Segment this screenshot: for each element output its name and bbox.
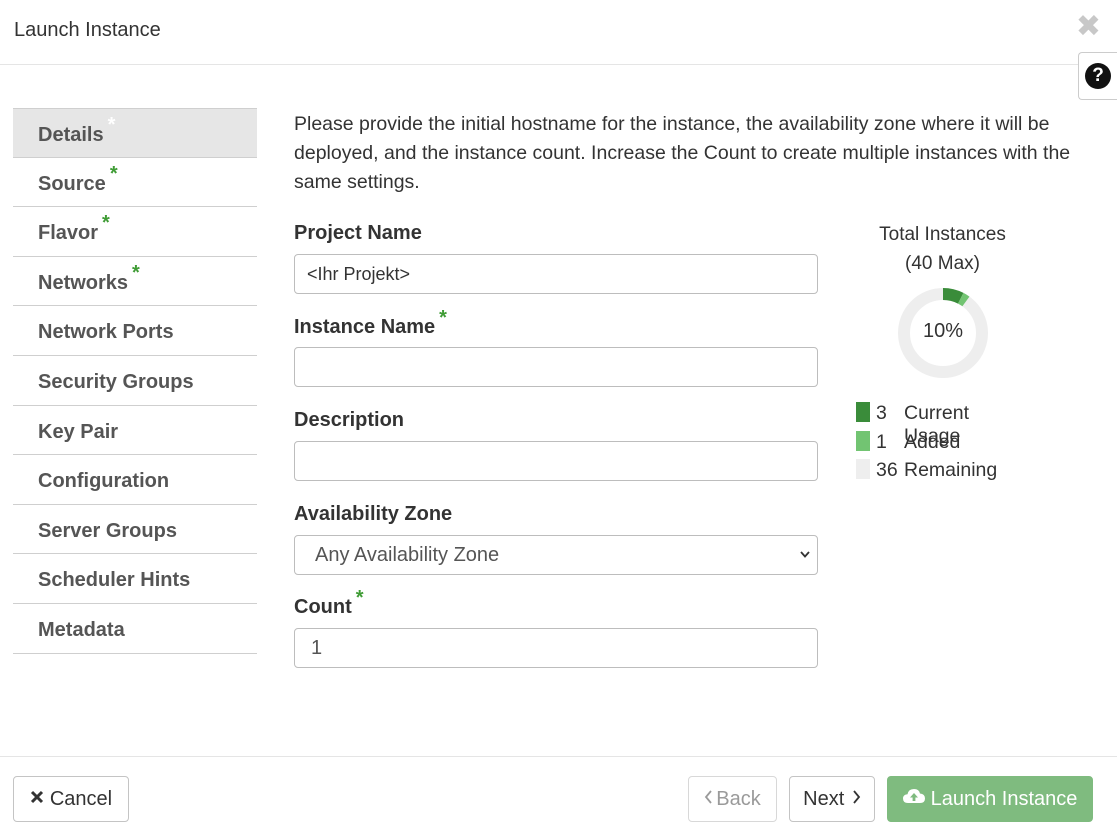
nav-item-label: Details <box>38 124 104 146</box>
cloud-upload-icon <box>902 776 925 820</box>
nav-item-configuration[interactable]: Configuration <box>13 455 257 505</box>
modal-title: Launch Instance <box>14 19 161 41</box>
modal-footer: Cancel Back Next Launch Instance <box>0 756 1117 834</box>
legend-swatch <box>856 430 870 451</box>
cancel-button[interactable]: Cancel <box>13 776 129 822</box>
legend-label: Added <box>904 430 961 453</box>
usage-max: (40 Max) <box>905 253 980 274</box>
legend-num: 3 <box>876 402 887 424</box>
nav-item-label: Metadata <box>38 618 125 641</box>
nav-item-source[interactable]: Source * <box>13 158 257 208</box>
back-label: Back <box>716 788 761 810</box>
chevron-right-icon <box>852 776 861 820</box>
back-button[interactable]: Back <box>688 776 777 822</box>
project-name-label: Project Name <box>294 222 422 245</box>
nav-item-key-pair[interactable]: Key Pair <box>13 406 257 456</box>
instance-name-label: Instance Name * <box>294 307 447 339</box>
next-button[interactable]: Next <box>789 776 875 822</box>
label-text: Description <box>294 409 405 431</box>
label-text: Availability Zone <box>294 503 453 525</box>
total-instances-widget: Total Instances (40 Max) 10% 3 Current U… <box>850 220 1035 481</box>
nav-item-networks[interactable]: Networks * <box>13 257 257 307</box>
cancel-label: Cancel <box>49 788 113 810</box>
chevron-left-icon <box>704 776 713 820</box>
nav-item-label: Server Groups <box>38 519 177 542</box>
legend-num: 1 <box>876 430 887 453</box>
nav-item-details[interactable]: Details * <box>13 108 257 158</box>
instance-name-field[interactable] <box>294 347 818 387</box>
next-label: Next <box>803 788 845 810</box>
required-mark: * <box>107 114 116 136</box>
nav-item-flavor[interactable]: Flavor * <box>13 207 257 257</box>
usage-percent: 10% <box>922 320 964 342</box>
times-icon <box>30 776 44 820</box>
nav-item-label: Configuration <box>38 470 170 493</box>
legend-label: Remaining <box>904 459 998 481</box>
count-field[interactable]: 1 <box>294 628 818 668</box>
description-label: Description <box>294 409 404 432</box>
legend-swatch <box>856 459 870 479</box>
nav-item-label: Key Pair <box>38 420 119 443</box>
donut-added-arc <box>957 292 970 307</box>
nav-item-label: Scheduler Hints <box>38 569 191 592</box>
close-icon[interactable]: ✖ <box>1076 12 1101 42</box>
label-text: Project Name <box>294 222 422 244</box>
launch-instance-button[interactable]: Launch Instance <box>887 776 1093 822</box>
nav-item-label: Network Ports <box>38 321 174 344</box>
nav-item-label: Security Groups <box>38 370 194 393</box>
nav-item-scheduler-hints[interactable]: Scheduler Hints <box>13 554 257 604</box>
nav-item-label: Source <box>38 172 106 195</box>
project-name-field[interactable]: <Ihr Projekt> <box>294 254 818 294</box>
donut-current-arc <box>942 288 964 304</box>
intro-text: Please provide the initial hostname for … <box>294 113 1071 193</box>
required-mark: * <box>132 261 140 284</box>
wizard-nav: Details * Source * Flavor * Networks * Netwo… <box>13 108 257 654</box>
description-field[interactable] <box>294 441 818 481</box>
launch-label: Launch Instance <box>930 788 1078 810</box>
modal-header: Launch Instance ✖ <box>0 0 1117 65</box>
nav-item-label: Flavor <box>38 222 99 245</box>
legend-swatch <box>856 402 870 422</box>
required-mark: * <box>355 587 364 609</box>
required-mark: * <box>109 162 118 185</box>
required-mark: * <box>439 307 447 329</box>
nav-item-network-ports[interactable]: Network Ports <box>13 306 257 356</box>
required-mark: * <box>102 212 110 235</box>
availability-zone-label: Availability Zone <box>294 503 452 526</box>
nav-item-server-groups[interactable]: Server Groups <box>13 505 257 555</box>
label-text: Instance Name <box>294 316 436 338</box>
usage-title: Total Instances <box>879 224 1006 245</box>
label-text: Count <box>294 596 352 618</box>
select-value: Any Availability Zone <box>315 544 500 566</box>
legend-num: 36 <box>876 459 898 481</box>
nav-item-metadata[interactable]: Metadata <box>13 604 257 654</box>
nav-item-security-groups[interactable]: Security Groups <box>13 356 257 406</box>
help-button[interactable]: ? <box>1078 52 1117 100</box>
nav-item-label: Networks <box>38 271 129 294</box>
availability-zone-select[interactable]: Any Availability Zone <box>294 535 818 575</box>
chevron-down-icon <box>800 551 810 558</box>
question-circle-icon: ? <box>1085 63 1111 89</box>
count-label: Count * <box>294 587 364 619</box>
